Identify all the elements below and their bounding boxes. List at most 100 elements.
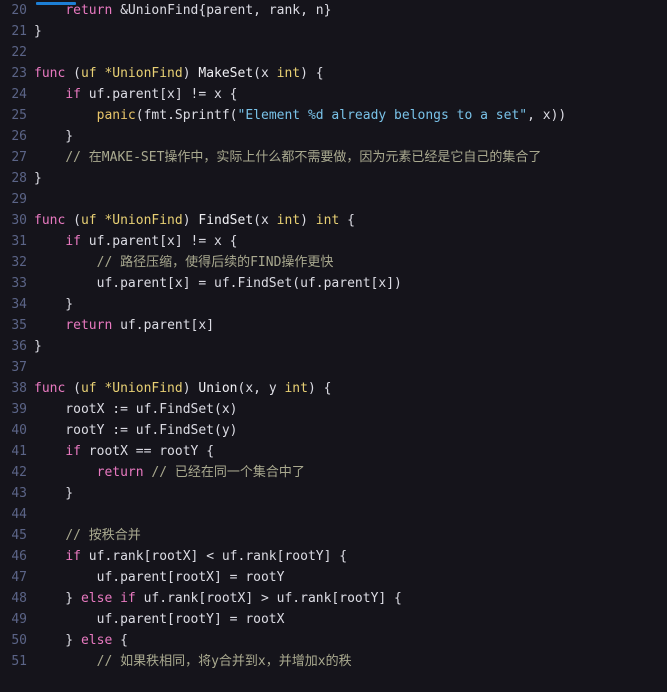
line-number: 22 — [11, 45, 27, 60]
code-line[interactable]: 20 return &UnionFind{parent, rank, n} — [0, 0, 667, 21]
code-line[interactable]: 36} — [0, 336, 667, 357]
code-line[interactable]: 48 } else if uf.rank[rootX] > uf.rank[ro… — [0, 588, 667, 609]
code-text[interactable] — [34, 42, 667, 63]
code-line[interactable]: 26 } — [0, 126, 667, 147]
line-number: 33 — [11, 276, 27, 291]
token-kw: if — [120, 591, 136, 606]
code-line[interactable]: 33 uf.parent[x] = uf.FindSet(uf.parent[x… — [0, 273, 667, 294]
code-line[interactable]: 44 — [0, 504, 667, 525]
code-line[interactable]: 41 if rootX == rootY { — [0, 441, 667, 462]
code-line[interactable]: 50 } else { — [0, 630, 667, 651]
code-text[interactable]: } else { — [34, 630, 667, 651]
code-lines-container[interactable]: 20 return &UnionFind{parent, rank, n} 21}… — [0, 0, 667, 672]
code-line[interactable]: 46 if uf.rank[rootX] < uf.rank[rootY] { — [0, 546, 667, 567]
code-text[interactable]: return uf.parent[x] — [34, 315, 667, 336]
token-pln: ( — [65, 213, 81, 228]
code-text[interactable]: panic(fmt.Sprintf("Element %d already be… — [34, 105, 667, 126]
code-text[interactable]: } — [34, 336, 667, 357]
code-line[interactable]: 31 if uf.parent[x] != x { — [0, 231, 667, 252]
code-line[interactable]: 30 func (uf *UnionFind) FindSet(x int) in… — [0, 210, 667, 231]
code-line[interactable]: 39 rootX := uf.FindSet(x) — [0, 399, 667, 420]
line-number: 31 — [11, 234, 27, 249]
token-typ: uf *UnionFind — [80, 213, 183, 228]
code-text[interactable]: return &UnionFind{parent, rank, n} — [34, 0, 667, 21]
code-text[interactable]: func (uf *UnionFind) FindSet(x int) int … — [34, 210, 667, 231]
line-number: 47 — [11, 570, 27, 585]
code-text[interactable] — [34, 357, 667, 378]
code-text[interactable]: if rootX == rootY { — [34, 441, 667, 462]
code-line[interactable]: 37 — [0, 357, 667, 378]
token-pln: (fmt.Sprintf( — [135, 108, 238, 123]
code-line[interactable]: 22 — [0, 42, 667, 63]
token-pln — [34, 654, 97, 669]
code-text[interactable]: func (uf *UnionFind) Union(x, y int) { — [34, 378, 667, 399]
code-text[interactable]: uf.parent[rootX] = rootY — [34, 567, 667, 588]
code-text[interactable]: func (uf *UnionFind) MakeSet(x int) { — [34, 63, 667, 84]
token-pln — [112, 591, 120, 606]
code-text[interactable]: } — [34, 126, 667, 147]
line-number: 38 — [11, 381, 27, 396]
code-line[interactable]: 45 // 按秩合并 — [0, 525, 667, 546]
token-typ: int — [315, 213, 340, 228]
code-line[interactable]: 42 return // 已经在同一个集合中了 — [0, 462, 667, 483]
token-pln — [34, 255, 97, 270]
token-kw: else — [80, 633, 113, 648]
code-text[interactable]: // 如果秩相同，将y合并到x，并增加x的秩 — [34, 651, 667, 672]
code-text[interactable]: uf.parent[x] = uf.FindSet(uf.parent[x]) — [34, 273, 667, 294]
code-text[interactable]: rootY := uf.FindSet(y) — [34, 420, 667, 441]
code-text[interactable]: } — [34, 294, 667, 315]
code-text[interactable]: return // 已经在同一个集合中了 — [34, 462, 667, 483]
code-line[interactable]: 32 // 路径压缩，使得后续的FIND操作更快 — [0, 252, 667, 273]
line-number: 40 — [11, 423, 27, 438]
token-pln: { — [339, 213, 355, 228]
code-text[interactable]: rootX := uf.FindSet(x) — [34, 399, 667, 420]
token-fn: MakeSet — [198, 66, 254, 81]
code-text[interactable]: } else if uf.rank[rootX] > uf.rank[rootY… — [34, 588, 667, 609]
code-text[interactable]: } — [34, 483, 667, 504]
token-cmt: // 已经在同一个集合中了 — [151, 465, 305, 480]
code-line[interactable]: 24 if uf.parent[x] != x { — [0, 84, 667, 105]
code-text[interactable]: // 按秩合并 — [34, 525, 667, 546]
token-kw: func — [34, 66, 66, 81]
code-text[interactable] — [34, 504, 667, 525]
code-line[interactable]: 29 — [0, 189, 667, 210]
token-pln — [34, 465, 97, 480]
line-number: 36 — [11, 339, 27, 354]
code-line[interactable]: 43 } — [0, 483, 667, 504]
token-kw: func — [34, 213, 66, 228]
line-number: 34 — [11, 297, 27, 312]
token-pln: } — [34, 339, 42, 354]
code-text[interactable]: if uf.rank[rootX] < uf.rank[rootY] { — [34, 546, 667, 567]
code-text[interactable]: } — [34, 168, 667, 189]
code-line[interactable]: 38 func (uf *UnionFind) Union(x, y int) { — [0, 378, 667, 399]
code-text[interactable]: if uf.parent[x] != x { — [34, 231, 667, 252]
code-text[interactable]: // 路径压缩，使得后续的FIND操作更快 — [34, 252, 667, 273]
token-kw: func — [34, 381, 66, 396]
code-text[interactable]: uf.parent[rootY] = rootX — [34, 609, 667, 630]
code-text[interactable]: if uf.parent[x] != x { — [34, 84, 667, 105]
code-text[interactable]: // 在MAKE-SET操作中，实际上什么都不需要做，因为元素已经是它自己的集合… — [34, 147, 667, 168]
code-line[interactable]: 21} — [0, 21, 667, 42]
code-text[interactable]: } — [34, 21, 667, 42]
token-pln: ( — [65, 381, 81, 396]
line-number: 51 — [11, 654, 27, 669]
line-number: 35 — [11, 318, 27, 333]
code-line[interactable]: 40 rootY := uf.FindSet(y) — [0, 420, 667, 441]
token-pln: ) — [182, 66, 199, 81]
token-pln: uf.parent[rootY] = rootX — [34, 612, 285, 627]
code-text[interactable] — [34, 189, 667, 210]
token-pln — [34, 108, 97, 123]
token-kw: return — [65, 3, 113, 18]
code-line[interactable]: 27 // 在MAKE-SET操作中，实际上什么都不需要做，因为元素已经是它自己… — [0, 147, 667, 168]
code-line[interactable]: 47 uf.parent[rootX] = rootY — [0, 567, 667, 588]
code-line[interactable]: 23 func (uf *UnionFind) MakeSet(x int) { — [0, 63, 667, 84]
code-line[interactable]: 51 // 如果秩相同，将y合并到x，并增加x的秩 — [0, 651, 667, 672]
code-line[interactable]: 35 return uf.parent[x] — [0, 315, 667, 336]
line-number: 39 — [11, 402, 27, 417]
code-line[interactable]: 34 } — [0, 294, 667, 315]
code-line[interactable]: 25 panic(fmt.Sprintf("Element %d already… — [0, 105, 667, 126]
code-editor[interactable]: 20 return &UnionFind{parent, rank, n} 21}… — [0, 0, 667, 692]
code-line[interactable]: 28} — [0, 168, 667, 189]
code-line[interactable]: 49 uf.parent[rootY] = rootX — [0, 609, 667, 630]
line-number: 30 — [11, 213, 27, 228]
